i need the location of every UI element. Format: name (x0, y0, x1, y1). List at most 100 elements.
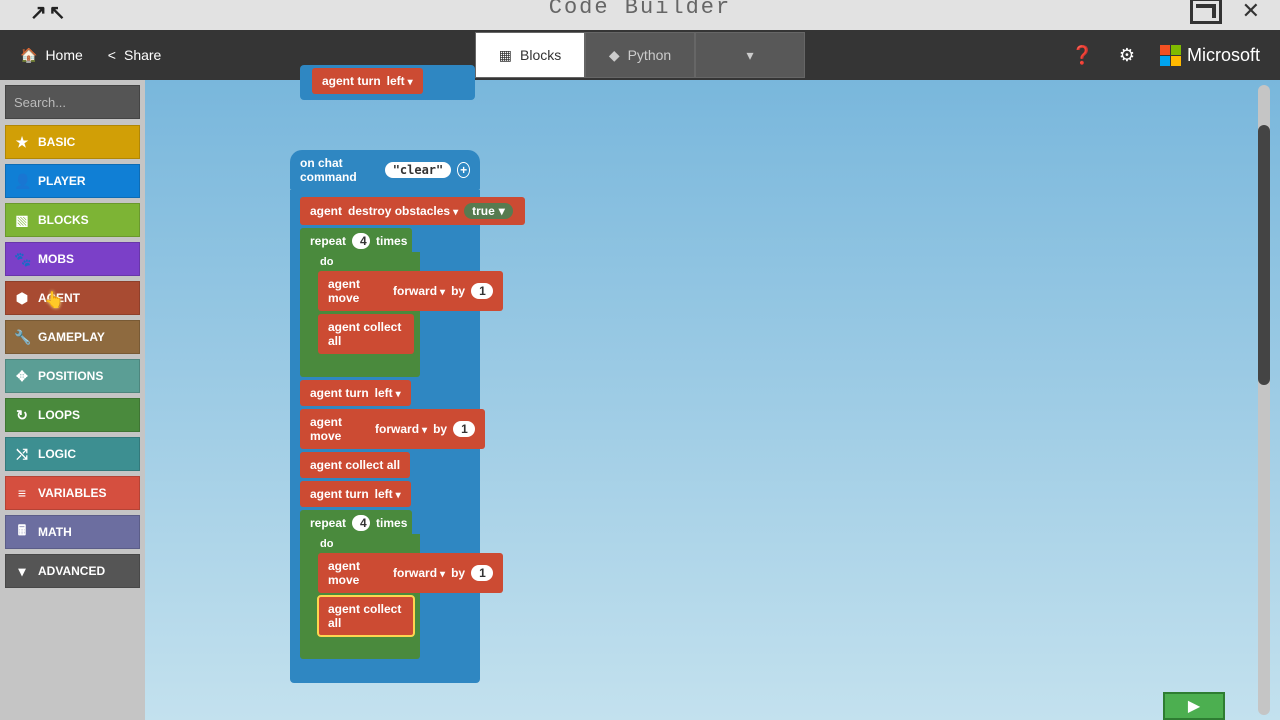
sidebar-item-label: GAMEPLAY (38, 330, 105, 344)
logic-icon: ⤭ (14, 446, 30, 463)
share-label: Share (124, 47, 161, 63)
player-icon: 👤 (14, 173, 30, 190)
agent-move-block[interactable]: agent move forward by 1 (318, 271, 503, 311)
block-label: agent move (310, 415, 369, 443)
bool-value: true (472, 204, 495, 218)
agent-move-block[interactable]: agent move forward by 1 (318, 553, 503, 593)
tab-python-label: Python (628, 47, 672, 63)
top-toolbar: 🏠 Home < Share ▦ Blocks ◆ Python ▾ ❓ ⚙ M… (0, 30, 1280, 80)
close-icon[interactable]: ✕ (1242, 0, 1260, 24)
share-button[interactable]: < Share (108, 47, 162, 63)
sidebar-item-label: MATH (38, 525, 72, 539)
sidebar-item-loops[interactable]: ↻ LOOPS (5, 398, 140, 432)
agent-move-block[interactable]: agent move forward by 1 (300, 409, 485, 449)
direction-dropdown[interactable]: left (375, 386, 401, 400)
sidebar-item-math[interactable]: 🖩MATH (5, 515, 140, 549)
sidebar-item-blocks[interactable]: ▧ BLOCKS (5, 203, 140, 237)
agent-icon: ⬢ (14, 290, 30, 307)
repeat-foot (300, 359, 420, 377)
bool-dropdown[interactable]: true▾ (464, 203, 513, 219)
direction-dropdown[interactable]: left (387, 74, 413, 88)
prior-event-block[interactable]: agent turn left (300, 65, 475, 100)
agent-collect-block[interactable]: agent collect all (318, 596, 414, 636)
blocks-icon: ▧ (14, 212, 30, 229)
times-label: times (376, 516, 407, 530)
chat-command-input[interactable]: "clear" (385, 162, 452, 178)
blocks-workspace[interactable]: ▶ agent turn left on chat command "clear… (145, 80, 1280, 720)
sidebar-item-advanced[interactable]: ▾ ADVANCED (5, 554, 140, 588)
block-label: agent move (328, 559, 387, 587)
window-title: Code Builder (0, 0, 1280, 20)
times-label: times (376, 234, 407, 248)
repeat-block[interactable]: repeat 4 times (300, 228, 412, 252)
repeat-body: do agent move forward by 1 agent collect… (300, 252, 420, 359)
do-label: do (320, 538, 333, 550)
by-label: by (451, 284, 465, 298)
loops-icon: ↻ (14, 407, 30, 424)
sidebar-item-label: MOBS (38, 252, 74, 266)
basic-icon: ★ (14, 134, 30, 151)
event-block-foot (290, 665, 480, 683)
option-dropdown[interactable]: destroy obstacles (348, 204, 458, 218)
sidebar-item-variables[interactable]: ≡ VARIABLES (5, 476, 140, 510)
help-icon[interactable]: ❓ (1071, 45, 1093, 66)
agent-collect-block[interactable]: agent collect all (300, 452, 410, 478)
distance-input[interactable]: 1 (453, 421, 475, 437)
agent-turn-block[interactable]: agent turn left (300, 481, 411, 507)
microsoft-logo: Microsoft (1160, 45, 1260, 66)
sidebar-item-label: ADVANCED (38, 564, 105, 578)
sidebar-item-logic[interactable]: ⤭ LOGIC (5, 437, 140, 471)
repeat-count-input[interactable]: 4 (352, 233, 370, 249)
sidebar-item-label: VARIABLES (38, 486, 106, 500)
run-button[interactable]: ▶ (1163, 692, 1225, 720)
sidebar-item-label: LOGIC (38, 447, 76, 461)
sidebar-item-gameplay[interactable]: 🔧GAMEPLAY (5, 320, 140, 354)
do-label: do (320, 256, 333, 268)
distance-input[interactable]: 1 (471, 283, 493, 299)
sidebar-item-player[interactable]: 👤 PLAYER (5, 164, 140, 198)
scrollbar-track (1258, 85, 1270, 715)
repeat-foot (300, 641, 420, 659)
agent-turn-block[interactable]: agent turn left (300, 380, 411, 406)
block-label: repeat (310, 516, 346, 530)
tab-python[interactable]: ◆ Python (585, 32, 695, 78)
variables-icon: ≡ (14, 485, 30, 501)
tab-blocks-label: Blocks (520, 47, 561, 63)
search-input[interactable] (14, 95, 145, 110)
tab-blocks[interactable]: ▦ Blocks (475, 32, 585, 78)
on-chat-command-block[interactable]: on chat command "clear" + agent destroy … (290, 150, 480, 683)
chevron-down-icon: ▾ (14, 563, 30, 580)
sidebar-item-basic[interactable]: ★BASIC (5, 125, 140, 159)
distance-input[interactable]: 1 (471, 565, 493, 581)
direction-dropdown[interactable]: forward (375, 422, 427, 436)
gear-icon[interactable]: ⚙ (1119, 45, 1135, 66)
direction-dropdown[interactable]: forward (393, 566, 445, 580)
sidebar-item-agent[interactable]: ⬢AGENT👆 (5, 281, 140, 315)
block-label: agent turn (322, 74, 381, 88)
toolbox-sidebar: 🔍 ★BASIC👤PLAYER▧BLOCKS🐾MOBS⬢AGENT👆🔧GAMEP… (0, 80, 145, 720)
block-label: agent move (328, 277, 387, 305)
panel-toggle-icon[interactable] (1190, 0, 1222, 24)
agent-collect-block[interactable]: agent collect all (318, 314, 414, 354)
block-label: agent (310, 204, 342, 218)
repeat-body: do agent move forward by 1 agent collect… (300, 534, 420, 641)
repeat-block[interactable]: repeat 4 times (300, 510, 412, 534)
add-param-icon[interactable]: + (457, 162, 470, 178)
block-label: agent collect all (310, 458, 400, 472)
tab-dropdown[interactable]: ▾ (695, 32, 805, 78)
sidebar-item-positions[interactable]: ✥POSITIONS (5, 359, 140, 393)
agent-set-block[interactable]: agent destroy obstacles true▾ (300, 197, 525, 225)
sidebar-item-label: PLAYER (38, 174, 86, 188)
agent-turn-block[interactable]: agent turn left (312, 68, 423, 94)
sidebar-item-mobs[interactable]: 🐾MOBS (5, 242, 140, 276)
sidebar-item-label: BLOCKS (38, 213, 89, 227)
direction-dropdown[interactable]: forward (393, 284, 445, 298)
block-label: agent collect all (328, 602, 404, 630)
direction-dropdown[interactable]: left (375, 487, 401, 501)
sidebar-item-label: LOOPS (38, 408, 80, 422)
scrollbar-thumb[interactable] (1258, 125, 1270, 385)
home-button[interactable]: 🏠 Home (20, 47, 83, 64)
block-label: on chat command (300, 156, 379, 184)
repeat-count-input[interactable]: 4 (352, 515, 370, 531)
cursor-icon: 👆 (44, 290, 64, 310)
